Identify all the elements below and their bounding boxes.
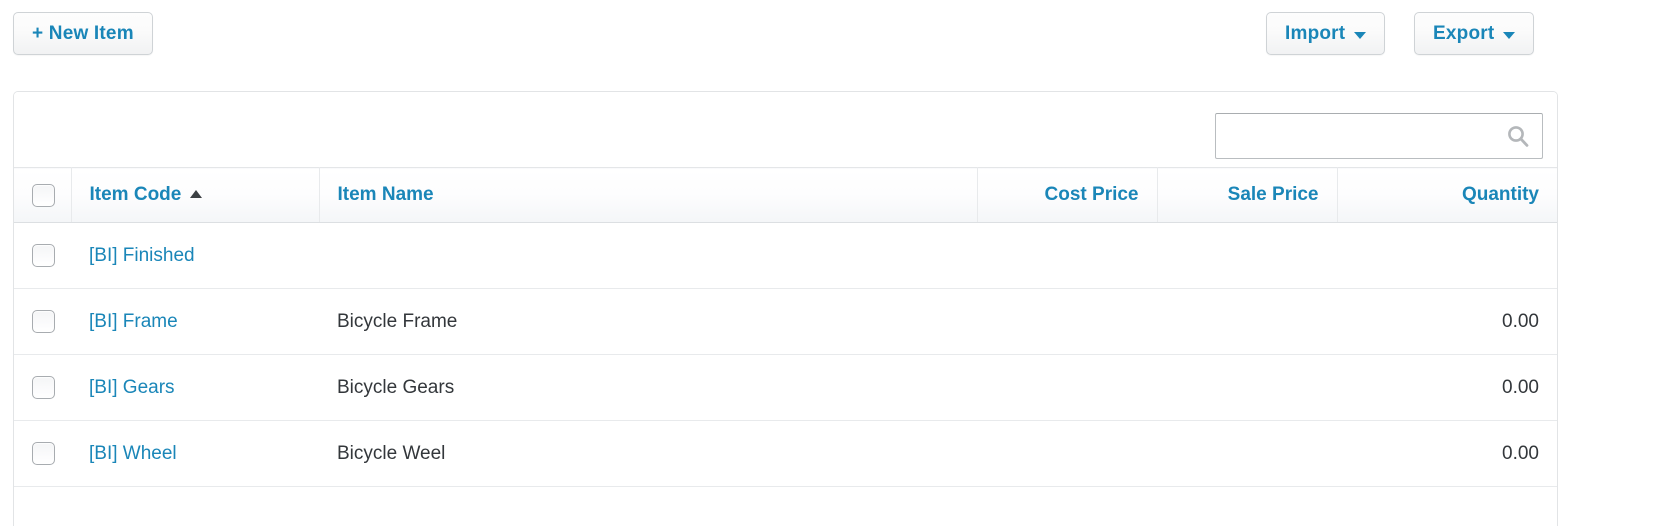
quantity-cell: 0.00 bbox=[1337, 288, 1557, 355]
sort-ascending-icon bbox=[190, 190, 203, 198]
row-select-checkbox[interactable] bbox=[32, 244, 55, 267]
item-code-cell: [BI] Finished bbox=[71, 222, 319, 289]
new-item-button[interactable]: + New Item bbox=[13, 12, 153, 55]
select-all-header bbox=[14, 167, 72, 223]
header-item-name-label[interactable]: Item Name bbox=[338, 184, 434, 205]
row-select-cell bbox=[14, 222, 71, 289]
item-code-link[interactable]: [BI] Frame bbox=[89, 311, 178, 332]
search-input[interactable] bbox=[1215, 113, 1543, 159]
sale-price-cell bbox=[1157, 354, 1337, 421]
header-quantity-label[interactable]: Quantity bbox=[1462, 184, 1539, 205]
item-code-cell: [BI] Frame bbox=[71, 288, 319, 355]
table-row[interactable]: [BI] Frame Bicycle Frame 0.00 bbox=[14, 288, 1557, 355]
header-item-name[interactable]: Item Name bbox=[319, 167, 978, 223]
item-name-cell: Bicycle Gears bbox=[319, 354, 977, 421]
import-button[interactable]: Import bbox=[1266, 12, 1386, 55]
header-sale-price[interactable]: Sale Price bbox=[1157, 167, 1338, 223]
quantity-cell: 0.00 bbox=[1337, 354, 1557, 421]
quantity-cell bbox=[1337, 222, 1557, 289]
row-select-cell bbox=[14, 354, 71, 421]
cost-price-cell bbox=[977, 354, 1157, 421]
quantity-cell: 0.00 bbox=[1337, 420, 1557, 487]
table-row[interactable]: [BI] Finished bbox=[14, 222, 1557, 289]
page-toolbar: + New Item Import Export bbox=[0, 0, 1671, 78]
item-code-link[interactable]: [BI] Wheel bbox=[89, 443, 177, 464]
items-table-head: Item Code Item Name Cost Price Sale Pric… bbox=[14, 167, 1557, 223]
sale-price-cell bbox=[1157, 420, 1337, 487]
sale-price-cell bbox=[1157, 222, 1337, 289]
new-item-button-label: + New Item bbox=[32, 22, 134, 44]
item-name-cell bbox=[319, 222, 977, 289]
header-cost-price[interactable]: Cost Price bbox=[977, 167, 1158, 223]
header-quantity[interactable]: Quantity bbox=[1337, 167, 1557, 223]
cost-price-cell bbox=[977, 288, 1157, 355]
item-code-cell: [BI] Wheel bbox=[71, 420, 319, 487]
item-list-page: + New Item Import Export Item Code Item … bbox=[0, 0, 1671, 526]
select-all-checkbox[interactable] bbox=[32, 183, 55, 207]
export-button-label: Export bbox=[1433, 22, 1495, 44]
row-select-checkbox[interactable] bbox=[32, 442, 55, 465]
sale-price-cell bbox=[1157, 288, 1337, 355]
item-code-cell: [BI] Gears bbox=[71, 354, 319, 421]
header-item-code-label[interactable]: Item Code bbox=[90, 184, 182, 205]
cost-price-cell bbox=[977, 222, 1157, 289]
item-code-link[interactable]: [BI] Gears bbox=[89, 377, 175, 398]
row-select-checkbox[interactable] bbox=[32, 376, 55, 399]
chevron-down-icon bbox=[1354, 31, 1367, 39]
item-code-link[interactable]: [BI] Finished bbox=[89, 245, 195, 266]
row-select-cell bbox=[14, 288, 71, 355]
row-select-checkbox[interactable] bbox=[32, 310, 55, 333]
item-name-cell: Bicycle Frame bbox=[319, 288, 977, 355]
header-sale-price-label[interactable]: Sale Price bbox=[1228, 184, 1319, 205]
items-table: Item Code Item Name Cost Price Sale Pric… bbox=[14, 167, 1557, 487]
item-list-panel: Item Code Item Name Cost Price Sale Pric… bbox=[13, 91, 1558, 526]
header-cost-price-label[interactable]: Cost Price bbox=[1045, 184, 1139, 205]
table-header-row: Item Code Item Name Cost Price Sale Pric… bbox=[14, 167, 1557, 223]
chevron-down-icon bbox=[1503, 31, 1516, 39]
table-row[interactable]: [BI] Wheel Bicycle Weel 0.00 bbox=[14, 420, 1557, 487]
panel-toolbar bbox=[14, 92, 1557, 167]
search-box bbox=[1215, 113, 1543, 159]
item-name-cell: Bicycle Weel bbox=[319, 420, 977, 487]
import-button-label: Import bbox=[1285, 22, 1346, 44]
export-button[interactable]: Export bbox=[1414, 12, 1535, 55]
cost-price-cell bbox=[977, 420, 1157, 487]
row-select-cell bbox=[14, 420, 71, 487]
items-table-body: [BI] Finished [BI] Frame Bicycle Frame 0.00… bbox=[14, 222, 1557, 487]
header-item-code[interactable]: Item Code bbox=[71, 167, 320, 223]
table-row[interactable]: [BI] Gears Bicycle Gears 0.00 bbox=[14, 354, 1557, 421]
